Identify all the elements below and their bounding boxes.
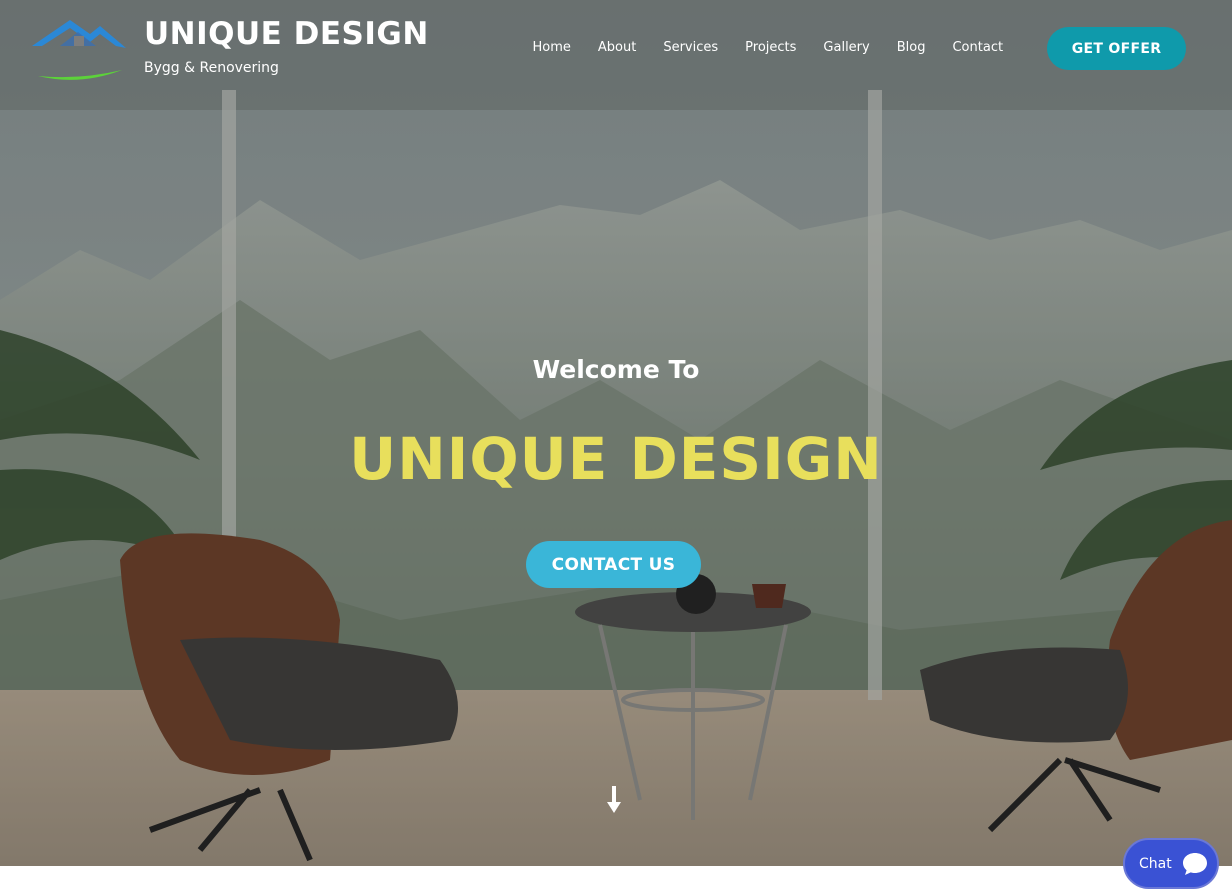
hero-section: UNIQUE DESIGN Bygg & Renovering Home Abo… (0, 0, 1232, 866)
nav-item-services[interactable]: Services (650, 38, 732, 58)
nav-item-contact[interactable]: Contact (939, 38, 1017, 58)
nav-item-gallery[interactable]: Gallery (810, 38, 883, 58)
main-nav: Home About Services Projects Gallery Blo… (519, 38, 1017, 58)
contact-us-button[interactable]: CONTACT US (526, 541, 701, 588)
nav-item-blog[interactable]: Blog (883, 38, 939, 58)
chat-button-label: Chat (1139, 855, 1172, 872)
brand-title[interactable]: UNIQUE DESIGN (144, 16, 429, 52)
chat-button[interactable]: Chat (1123, 838, 1219, 889)
nav-item-projects[interactable]: Projects (732, 38, 810, 58)
nav-item-about[interactable]: About (584, 38, 649, 58)
scroll-down-arrow-icon[interactable] (605, 786, 623, 814)
brand-subtitle: Bygg & Renovering (144, 60, 279, 76)
chat-bubble-icon (1183, 852, 1207, 875)
nav-item-home[interactable]: Home (519, 38, 584, 58)
logo-roof-icon[interactable] (30, 16, 130, 86)
hero-headline: UNIQUE DESIGN (349, 425, 883, 493)
get-offer-button[interactable]: GET OFFER (1047, 27, 1186, 70)
hero-welcome-text: Welcome To (532, 355, 700, 384)
